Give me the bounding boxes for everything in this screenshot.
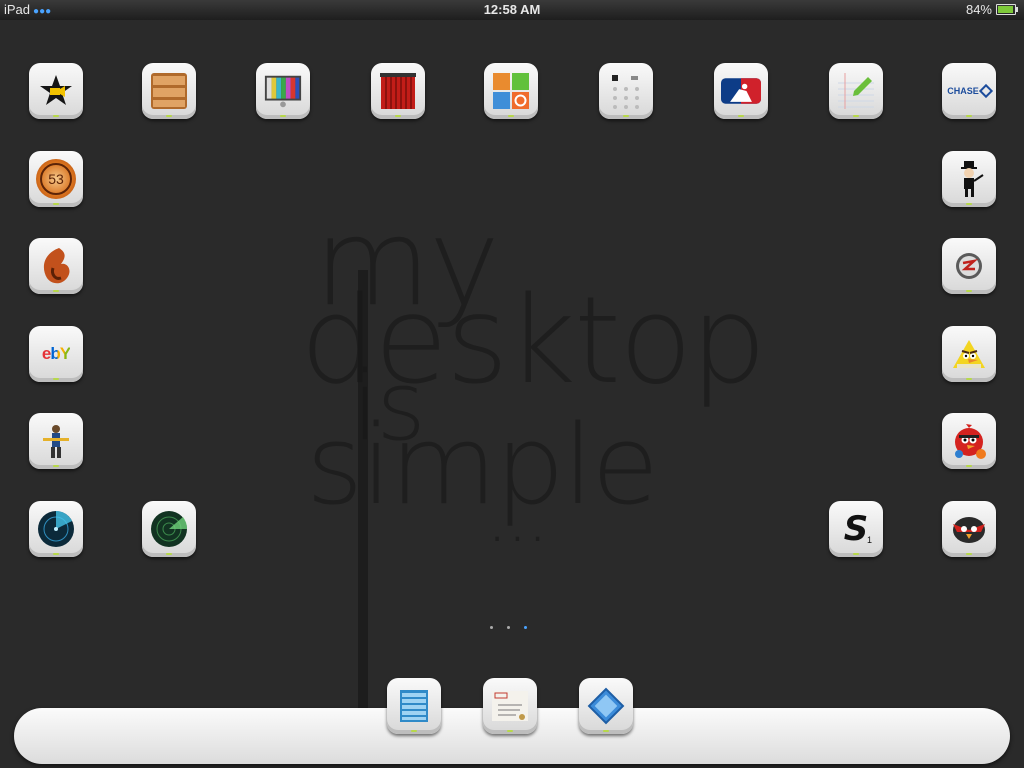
red-bird-icon bbox=[949, 421, 989, 461]
game-character-app[interactable] bbox=[29, 413, 83, 469]
monopoly-app[interactable] bbox=[942, 151, 996, 207]
notes-app[interactable] bbox=[829, 63, 883, 119]
video-app[interactable] bbox=[256, 63, 310, 119]
flame-app[interactable] bbox=[29, 238, 83, 294]
page-dot[interactable] bbox=[490, 626, 493, 629]
app-collection-app[interactable] bbox=[484, 63, 538, 119]
ebay-label: ebY bbox=[41, 344, 71, 363]
bookshelf-icon bbox=[149, 71, 189, 111]
theater-app[interactable] bbox=[371, 63, 425, 119]
wallpaper-text-ellipsis: ... bbox=[486, 476, 549, 558]
radar-icon bbox=[36, 509, 76, 549]
list-icon bbox=[394, 686, 434, 726]
mlb-app[interactable] bbox=[714, 63, 768, 119]
diamond-icon bbox=[586, 686, 626, 726]
radar-app[interactable] bbox=[29, 501, 83, 557]
character-icon bbox=[36, 421, 76, 461]
page-indicator[interactable] bbox=[490, 626, 527, 629]
monopoly-man-icon bbox=[949, 159, 989, 199]
paper53-label: 53 bbox=[40, 163, 72, 195]
scrabble-letter: S bbox=[843, 509, 869, 549]
dock-diamond-app[interactable] bbox=[579, 678, 633, 734]
flame-icon bbox=[36, 246, 76, 286]
notepad-icon bbox=[836, 71, 876, 111]
scrabble-app[interactable]: S 1 bbox=[829, 501, 883, 557]
letter-stamp-icon bbox=[490, 686, 530, 726]
green-radar-app[interactable] bbox=[142, 501, 196, 557]
dots-grid-icon bbox=[606, 71, 646, 111]
ebay-icon: ebY bbox=[36, 334, 76, 374]
battery-percentage: 84% bbox=[965, 2, 992, 17]
dock-letter-app[interactable] bbox=[483, 678, 537, 734]
tv-icon bbox=[263, 71, 303, 111]
paper53-icon: 53 bbox=[36, 159, 76, 199]
ebay-app[interactable]: ebY bbox=[29, 326, 83, 382]
curtain-icon bbox=[378, 71, 418, 111]
page-dot-active[interactable] bbox=[524, 626, 527, 629]
pinball-app[interactable] bbox=[942, 238, 996, 294]
scrabble-score: 1 bbox=[866, 535, 872, 545]
black-bird-icon bbox=[949, 509, 989, 549]
angry-birds-seasons-app[interactable] bbox=[942, 413, 996, 469]
ibooks-app[interactable] bbox=[142, 63, 196, 119]
page-dot[interactable] bbox=[507, 626, 510, 629]
scrabble-tile-icon: S 1 bbox=[836, 509, 876, 549]
chase-icon: CHASE bbox=[945, 71, 993, 111]
angry-birds-hd-app[interactable] bbox=[942, 501, 996, 557]
battery-icon bbox=[996, 4, 1018, 15]
imovie-icon bbox=[36, 71, 76, 111]
app-collection-icon bbox=[491, 71, 531, 111]
wallpaper-line bbox=[358, 270, 368, 725]
status-bar: iPad ●●● 12:58 AM 84% bbox=[0, 0, 1024, 20]
mlb-icon bbox=[721, 71, 761, 111]
yellow-bird-icon bbox=[949, 334, 989, 374]
launcher-app[interactable] bbox=[599, 63, 653, 119]
green-radar-icon bbox=[149, 509, 189, 549]
angry-birds-app[interactable] bbox=[942, 326, 996, 382]
battery-status: 84% bbox=[965, 2, 1018, 17]
chase-app[interactable]: CHASE bbox=[942, 63, 996, 119]
wallpaper: my desktop is simple ... bbox=[0, 20, 1024, 768]
imovie-app[interactable] bbox=[29, 63, 83, 119]
clock: 12:58 AM bbox=[483, 2, 541, 17]
ball-icon bbox=[949, 246, 989, 286]
chase-label: CHASE bbox=[947, 86, 979, 96]
dock-list-app[interactable] bbox=[387, 678, 441, 734]
paper53-app[interactable]: 53 bbox=[29, 151, 83, 207]
